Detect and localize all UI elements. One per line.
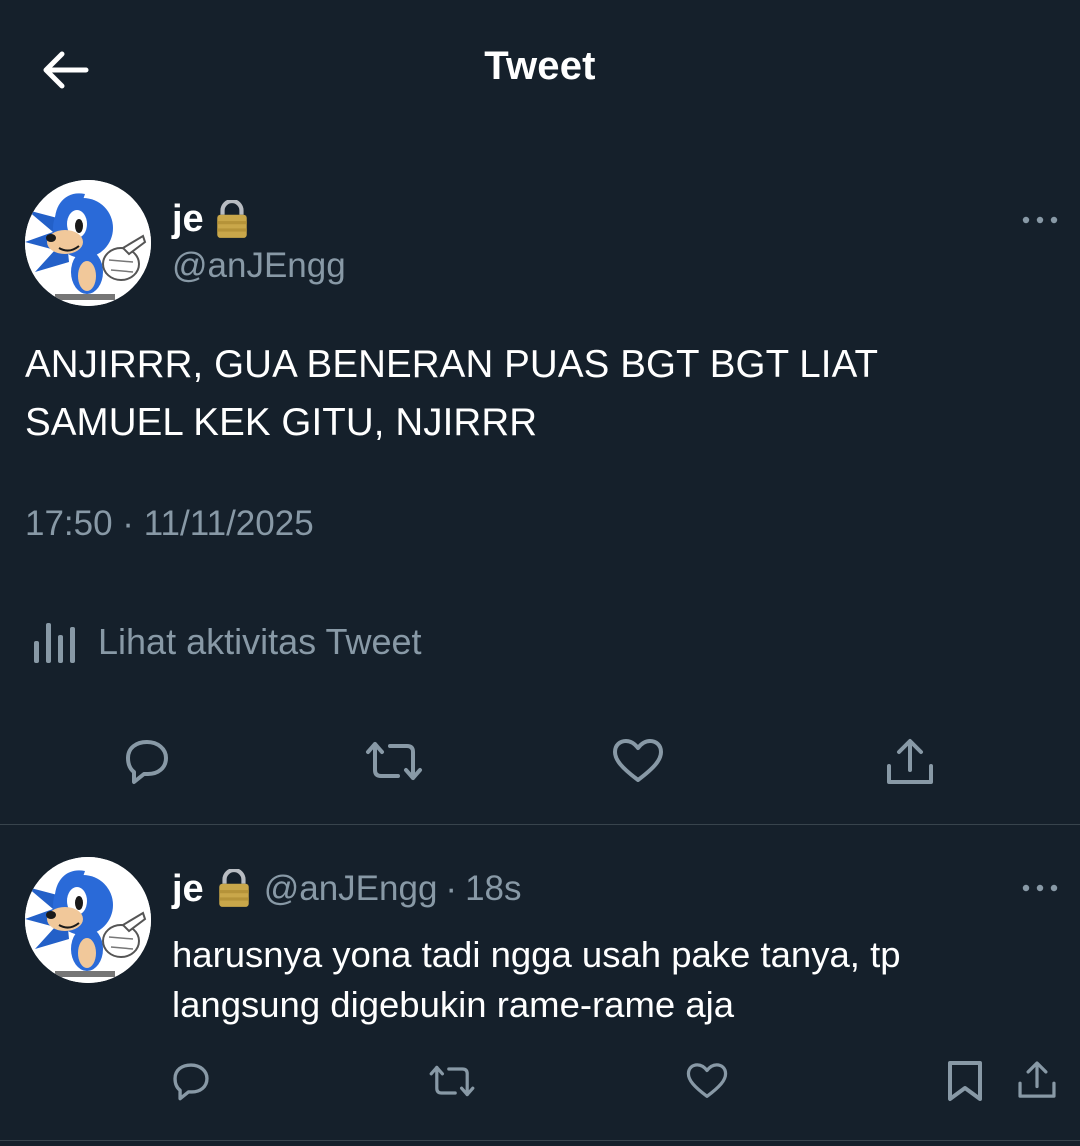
- tweet-timestamp[interactable]: 17:50 · 11/11/2025: [25, 504, 314, 544]
- divider: [0, 1140, 1080, 1141]
- reply-more-options-button[interactable]: [1020, 878, 1060, 898]
- reply-like-button[interactable]: [686, 1062, 728, 1100]
- reply-display-name[interactable]: je: [172, 868, 204, 911]
- more-icon: [1022, 884, 1058, 892]
- reply-icon: [126, 740, 168, 784]
- more-icon: [1022, 216, 1058, 224]
- like-icon: [613, 739, 663, 782]
- reply-header: je @anJEngg · 18s: [172, 866, 522, 912]
- bookmark-icon: [948, 1061, 982, 1101]
- reply-retweet-button[interactable]: [428, 1064, 476, 1098]
- lock-icon: [216, 869, 252, 909]
- share-icon: [887, 739, 933, 784]
- tweet-page: Tweet je @anJEngg ANJIRRR, GUA BENERAN P…: [0, 0, 1080, 1146]
- activity-label: Lihat aktivitas Tweet: [98, 621, 422, 662]
- reply-avatar[interactable]: [25, 857, 151, 983]
- analytics-icon: [34, 623, 75, 663]
- bookmark-button[interactable]: [946, 1060, 984, 1102]
- retweet-icon: [429, 1065, 475, 1097]
- lock-icon: [214, 200, 250, 240]
- more-options-button[interactable]: [1020, 210, 1060, 230]
- tweet-activity-link[interactable]: Lihat aktivitas Tweet: [30, 618, 422, 666]
- reply-icon: [173, 1063, 209, 1101]
- like-button[interactable]: [612, 738, 664, 784]
- divider: [0, 824, 1080, 825]
- avatar[interactable]: [25, 180, 151, 306]
- reply-time[interactable]: 18s: [465, 869, 521, 909]
- retweet-icon: [366, 742, 422, 780]
- reply-button[interactable]: [122, 736, 172, 786]
- page-title: Tweet: [484, 44, 596, 88]
- reply-handle[interactable]: @anJEngg: [264, 869, 438, 909]
- sonic-avatar: [25, 857, 151, 983]
- author-handle[interactable]: @anJEngg: [172, 246, 346, 286]
- tweet-text: ANJIRRR, GUA BENERAN PUAS BGT BGT LIAT S…: [25, 343, 878, 444]
- retweet-button[interactable]: [364, 740, 424, 782]
- top-bar: Tweet: [0, 0, 1080, 140]
- sonic-avatar: [25, 180, 151, 306]
- like-icon: [686, 1063, 728, 1098]
- display-name: je: [172, 198, 204, 240]
- reply-reply-button[interactable]: [170, 1060, 212, 1102]
- reply-text: harusnya yona tadi ngga usah pake tanya,…: [172, 934, 901, 1025]
- author-name[interactable]: je: [172, 198, 250, 241]
- separator-dot: ·: [445, 869, 458, 908]
- reply-share-button[interactable]: [1016, 1058, 1058, 1102]
- share-button[interactable]: [884, 736, 936, 788]
- share-icon: [1018, 1061, 1056, 1098]
